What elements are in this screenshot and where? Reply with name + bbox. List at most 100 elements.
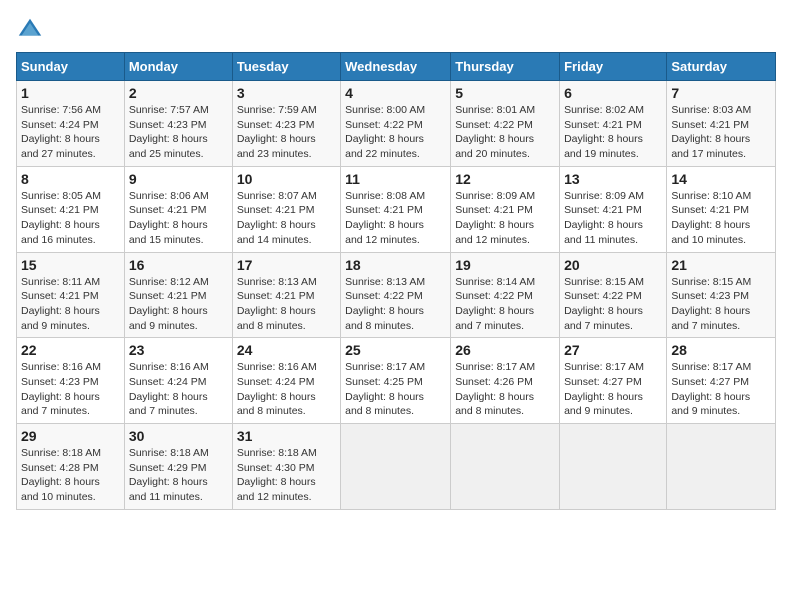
calendar-cell: 1 Sunrise: 7:56 AM Sunset: 4:24 PM Daylig…	[17, 81, 125, 167]
calendar-cell: 5Sunrise: 8:01 AM Sunset: 4:22 PM Daylig…	[451, 81, 560, 167]
day-info: Sunrise: 8:13 AM Sunset: 4:22 PM Dayligh…	[345, 275, 446, 334]
day-info: Sunrise: 8:16 AM Sunset: 4:24 PM Dayligh…	[237, 360, 336, 419]
calendar-week-4: 22 Sunrise: 8:16 AM Sunset: 4:23 PM Dayli…	[17, 338, 776, 424]
day-number: 12	[455, 171, 555, 187]
day-info: Sunrise: 8:11 AM Sunset: 4:21 PM Dayligh…	[21, 275, 120, 334]
calendar-cell: 21Sunrise: 8:15 AM Sunset: 4:23 PM Dayli…	[667, 252, 776, 338]
day-number: 2	[129, 85, 228, 101]
calendar-cell: 15Sunrise: 8:11 AM Sunset: 4:21 PM Dayli…	[17, 252, 125, 338]
day-number: 7	[671, 85, 771, 101]
calendar-cell	[451, 424, 560, 510]
calendar-week-1: 1 Sunrise: 7:56 AM Sunset: 4:24 PM Daylig…	[17, 81, 776, 167]
calendar-cell: 31 Sunrise: 8:18 AM Sunset: 4:30 PM Dayli…	[232, 424, 340, 510]
calendar-cell: 9 Sunrise: 8:06 AM Sunset: 4:21 PM Daylig…	[124, 166, 232, 252]
calendar-cell: 24 Sunrise: 8:16 AM Sunset: 4:24 PM Dayli…	[232, 338, 340, 424]
day-info: Sunrise: 7:56 AM Sunset: 4:24 PM Dayligh…	[21, 103, 120, 162]
calendar-cell: 12 Sunrise: 8:09 AM Sunset: 4:21 PM Dayli…	[451, 166, 560, 252]
calendar-cell: 8Sunrise: 8:05 AM Sunset: 4:21 PM Daylig…	[17, 166, 125, 252]
day-info: Sunrise: 8:00 AM Sunset: 4:22 PM Dayligh…	[345, 103, 446, 162]
day-info: Sunrise: 8:17 AM Sunset: 4:25 PM Dayligh…	[345, 360, 446, 419]
day-info: Sunrise: 8:16 AM Sunset: 4:23 PM Dayligh…	[21, 360, 120, 419]
day-info: Sunrise: 8:18 AM Sunset: 4:29 PM Dayligh…	[129, 446, 228, 505]
day-info: Sunrise: 8:08 AM Sunset: 4:21 PM Dayligh…	[345, 189, 446, 248]
column-header-friday: Friday	[560, 53, 667, 81]
column-header-saturday: Saturday	[667, 53, 776, 81]
day-number: 27	[564, 342, 662, 358]
day-number: 28	[671, 342, 771, 358]
calendar-cell: 6Sunrise: 8:02 AM Sunset: 4:21 PM Daylig…	[560, 81, 667, 167]
day-info: Sunrise: 8:16 AM Sunset: 4:24 PM Dayligh…	[129, 360, 228, 419]
day-info: Sunrise: 7:59 AM Sunset: 4:23 PM Dayligh…	[237, 103, 336, 162]
day-info: Sunrise: 8:15 AM Sunset: 4:22 PM Dayligh…	[564, 275, 662, 334]
calendar-cell: 26 Sunrise: 8:17 AM Sunset: 4:26 PM Dayli…	[451, 338, 560, 424]
day-info: Sunrise: 8:09 AM Sunset: 4:21 PM Dayligh…	[564, 189, 662, 248]
day-number: 20	[564, 257, 662, 273]
calendar-cell: 13 Sunrise: 8:09 AM Sunset: 4:21 PM Dayli…	[560, 166, 667, 252]
day-info: Sunrise: 8:07 AM Sunset: 4:21 PM Dayligh…	[237, 189, 336, 248]
logo	[16, 16, 48, 44]
day-number: 22	[21, 342, 120, 358]
day-number: 18	[345, 257, 446, 273]
day-info: Sunrise: 8:18 AM Sunset: 4:28 PM Dayligh…	[21, 446, 120, 505]
day-info: Sunrise: 8:18 AM Sunset: 4:30 PM Dayligh…	[237, 446, 336, 505]
column-header-tuesday: Tuesday	[232, 53, 340, 81]
column-header-thursday: Thursday	[451, 53, 560, 81]
day-number: 6	[564, 85, 662, 101]
calendar-cell: 29 Sunrise: 8:18 AM Sunset: 4:28 PM Dayli…	[17, 424, 125, 510]
logo-icon	[16, 16, 44, 44]
day-number: 13	[564, 171, 662, 187]
column-header-wednesday: Wednesday	[341, 53, 451, 81]
calendar-cell: 2 Sunrise: 7:57 AM Sunset: 4:23 PM Daylig…	[124, 81, 232, 167]
day-info: Sunrise: 8:17 AM Sunset: 4:27 PM Dayligh…	[564, 360, 662, 419]
day-info: Sunrise: 8:14 AM Sunset: 4:22 PM Dayligh…	[455, 275, 555, 334]
day-info: Sunrise: 8:10 AM Sunset: 4:21 PM Dayligh…	[671, 189, 771, 248]
calendar-cell: 7 Sunrise: 8:03 AM Sunset: 4:21 PM Daylig…	[667, 81, 776, 167]
column-header-monday: Monday	[124, 53, 232, 81]
day-number: 16	[129, 257, 228, 273]
day-number: 1	[21, 85, 120, 101]
day-info: Sunrise: 8:06 AM Sunset: 4:21 PM Dayligh…	[129, 189, 228, 248]
day-info: Sunrise: 8:01 AM Sunset: 4:22 PM Dayligh…	[455, 103, 555, 162]
day-info: Sunrise: 8:09 AM Sunset: 4:21 PM Dayligh…	[455, 189, 555, 248]
day-number: 21	[671, 257, 771, 273]
day-info: Sunrise: 8:03 AM Sunset: 4:21 PM Dayligh…	[671, 103, 771, 162]
day-number: 23	[129, 342, 228, 358]
page-header	[16, 16, 776, 44]
calendar-cell: 25 Sunrise: 8:17 AM Sunset: 4:25 PM Dayli…	[341, 338, 451, 424]
day-info: Sunrise: 7:57 AM Sunset: 4:23 PM Dayligh…	[129, 103, 228, 162]
calendar-cell: 28 Sunrise: 8:17 AM Sunset: 4:27 PM Dayli…	[667, 338, 776, 424]
day-number: 4	[345, 85, 446, 101]
calendar-cell: 4 Sunrise: 8:00 AM Sunset: 4:22 PM Daylig…	[341, 81, 451, 167]
day-number: 26	[455, 342, 555, 358]
calendar-cell: 20 Sunrise: 8:15 AM Sunset: 4:22 PM Dayli…	[560, 252, 667, 338]
day-info: Sunrise: 8:17 AM Sunset: 4:26 PM Dayligh…	[455, 360, 555, 419]
calendar-cell: 18 Sunrise: 8:13 AM Sunset: 4:22 PM Dayli…	[341, 252, 451, 338]
calendar-cell	[341, 424, 451, 510]
calendar-cell: 27 Sunrise: 8:17 AM Sunset: 4:27 PM Dayli…	[560, 338, 667, 424]
calendar-cell: 22 Sunrise: 8:16 AM Sunset: 4:23 PM Dayli…	[17, 338, 125, 424]
day-number: 25	[345, 342, 446, 358]
day-number: 9	[129, 171, 228, 187]
day-number: 11	[345, 171, 446, 187]
calendar-week-3: 15Sunrise: 8:11 AM Sunset: 4:21 PM Dayli…	[17, 252, 776, 338]
day-number: 3	[237, 85, 336, 101]
calendar-cell: 11 Sunrise: 8:08 AM Sunset: 4:21 PM Dayli…	[341, 166, 451, 252]
day-number: 24	[237, 342, 336, 358]
calendar-cell: 17Sunrise: 8:13 AM Sunset: 4:21 PM Dayli…	[232, 252, 340, 338]
column-header-sunday: Sunday	[17, 53, 125, 81]
day-info: Sunrise: 8:17 AM Sunset: 4:27 PM Dayligh…	[671, 360, 771, 419]
day-number: 29	[21, 428, 120, 444]
day-number: 8	[21, 171, 120, 187]
calendar-cell	[667, 424, 776, 510]
calendar-cell: 10 Sunrise: 8:07 AM Sunset: 4:21 PM Dayli…	[232, 166, 340, 252]
calendar-week-5: 29 Sunrise: 8:18 AM Sunset: 4:28 PM Dayli…	[17, 424, 776, 510]
day-number: 30	[129, 428, 228, 444]
calendar-cell: 23 Sunrise: 8:16 AM Sunset: 4:24 PM Dayli…	[124, 338, 232, 424]
calendar-cell: 3 Sunrise: 7:59 AM Sunset: 4:23 PM Daylig…	[232, 81, 340, 167]
calendar-cell	[560, 424, 667, 510]
calendar-table: SundayMondayTuesdayWednesdayThursdayFrid…	[16, 52, 776, 510]
calendar-cell: 14Sunrise: 8:10 AM Sunset: 4:21 PM Dayli…	[667, 166, 776, 252]
day-number: 31	[237, 428, 336, 444]
day-number: 10	[237, 171, 336, 187]
calendar-week-2: 8Sunrise: 8:05 AM Sunset: 4:21 PM Daylig…	[17, 166, 776, 252]
